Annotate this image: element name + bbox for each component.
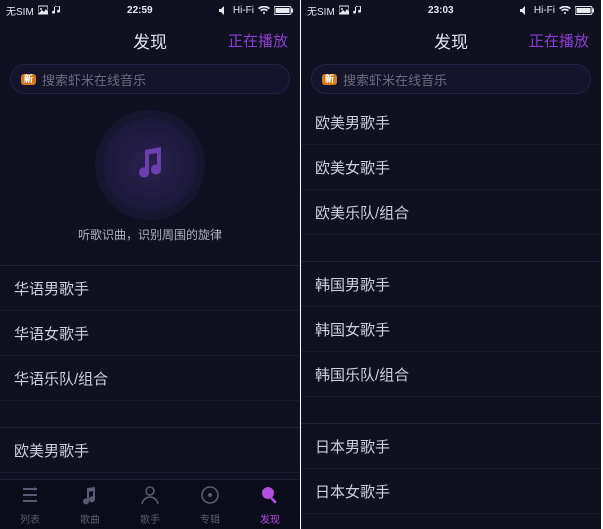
now-playing-link[interactable]: 正在播放 xyxy=(228,30,288,51)
nav-bar: 发现 正在播放 xyxy=(0,20,300,60)
category-item[interactable]: 华语女歌手 xyxy=(0,311,300,356)
category-group: 欧美男歌手 欧美女歌手 欧美乐队/组合 xyxy=(301,100,601,235)
clock: 23:03 xyxy=(428,5,454,16)
carrier-label: 无SIM xyxy=(307,3,335,18)
phone-left: 无SIM 22:59 Hi-Fi 发现 正在播放 新 xyxy=(0,0,300,529)
category-item[interactable]: 欧美乐队/组合 xyxy=(301,190,601,235)
photo-icon xyxy=(38,5,48,15)
discover-icon xyxy=(259,484,281,509)
status-bar: 无SIM 23:03 Hi-Fi xyxy=(301,0,601,20)
wifi-icon xyxy=(559,6,571,15)
music-icon xyxy=(129,142,171,189)
category-item[interactable]: 韩国乐队/组合 xyxy=(301,352,601,397)
artist-icon xyxy=(139,484,161,509)
category-group: 华语男歌手 华语女歌手 华语乐队/组合 xyxy=(0,265,300,401)
category-item[interactable]: 韩国男歌手 xyxy=(301,262,601,307)
search-badge: 新 xyxy=(322,74,337,85)
search-container: 新 搜索虾米在线音乐 xyxy=(0,60,300,100)
tab-bar: 列表 歌曲 歌手 专辑 发现 xyxy=(0,479,300,529)
page-title: 发现 xyxy=(133,28,167,53)
phone-right: 无SIM 23:03 Hi-Fi 发现 正在播放 新 搜索虾米在线音乐 欧美男歌… xyxy=(301,0,601,529)
status-bar: 无SIM 22:59 Hi-Fi xyxy=(0,0,300,20)
tab-label: 发现 xyxy=(260,511,280,526)
battery-icon xyxy=(274,6,294,15)
search-placeholder: 搜索虾米在线音乐 xyxy=(343,70,447,89)
category-group: 日本男歌手 日本女歌手 日本乐队/组合 xyxy=(301,423,601,529)
recognize-section[interactable]: 听歌识曲，识别周围的旋律 xyxy=(0,100,300,257)
tab-label: 歌手 xyxy=(140,511,160,526)
search-placeholder: 搜索虾米在线音乐 xyxy=(42,70,146,89)
category-group: 韩国男歌手 韩国女歌手 韩国乐队/组合 xyxy=(301,261,601,397)
tab-label: 歌曲 xyxy=(80,511,100,526)
search-badge: 新 xyxy=(21,74,36,85)
tab-albums[interactable]: 专辑 xyxy=(180,480,240,529)
content-scroll[interactable]: 欧美男歌手 欧美女歌手 欧美乐队/组合 韩国男歌手 韩国女歌手 韩国乐队/组合 … xyxy=(301,100,601,529)
category-item[interactable]: 日本男歌手 xyxy=(301,424,601,469)
search-container: 新 搜索虾米在线音乐 xyxy=(301,60,601,100)
carrier-label: 无SIM xyxy=(6,3,34,18)
category-item[interactable]: 欧美女歌手 xyxy=(301,145,601,190)
song-icon xyxy=(79,484,101,509)
category-item[interactable]: 华语男歌手 xyxy=(0,266,300,311)
music-note-icon xyxy=(353,5,362,15)
tab-label: 专辑 xyxy=(200,511,220,526)
wifi-icon xyxy=(258,6,270,15)
section-gap xyxy=(301,235,601,253)
tab-list[interactable]: 列表 xyxy=(0,480,60,529)
recognize-circle[interactable] xyxy=(103,118,197,212)
section-gap xyxy=(0,401,300,419)
search-input[interactable]: 新 搜索虾米在线音乐 xyxy=(10,64,290,94)
photo-icon xyxy=(339,5,349,15)
audio-mode-label: Hi-Fi xyxy=(233,5,254,16)
album-icon xyxy=(199,484,221,509)
battery-icon xyxy=(575,6,595,15)
recognize-caption: 听歌识曲，识别周围的旋律 xyxy=(78,226,222,243)
search-input[interactable]: 新 搜索虾米在线音乐 xyxy=(311,64,591,94)
speaker-icon xyxy=(219,6,229,15)
nav-bar: 发现 正在播放 xyxy=(301,20,601,60)
category-group: 欧美男歌手 欧美女歌手 欧美乐队/组合 xyxy=(0,427,300,479)
tab-artists[interactable]: 歌手 xyxy=(120,480,180,529)
clock: 22:59 xyxy=(127,5,153,16)
category-item[interactable]: 日本乐队/组合 xyxy=(301,514,601,529)
tab-label: 列表 xyxy=(20,511,40,526)
music-note-icon xyxy=(52,5,61,15)
page-title: 发现 xyxy=(434,28,468,53)
section-gap xyxy=(301,397,601,415)
category-item[interactable]: 欧美男歌手 xyxy=(301,100,601,145)
category-item[interactable]: 欧美男歌手 xyxy=(0,428,300,473)
content-scroll[interactable]: 听歌识曲，识别周围的旋律 华语男歌手 华语女歌手 华语乐队/组合 欧美男歌手 欧… xyxy=(0,100,300,479)
audio-mode-label: Hi-Fi xyxy=(534,5,555,16)
category-item[interactable]: 韩国女歌手 xyxy=(301,307,601,352)
tab-songs[interactable]: 歌曲 xyxy=(60,480,120,529)
now-playing-link[interactable]: 正在播放 xyxy=(529,30,589,51)
category-item[interactable]: 华语乐队/组合 xyxy=(0,356,300,401)
tab-discover[interactable]: 发现 xyxy=(240,480,300,529)
category-item[interactable]: 日本女歌手 xyxy=(301,469,601,514)
speaker-icon xyxy=(520,6,530,15)
list-icon xyxy=(19,484,41,509)
